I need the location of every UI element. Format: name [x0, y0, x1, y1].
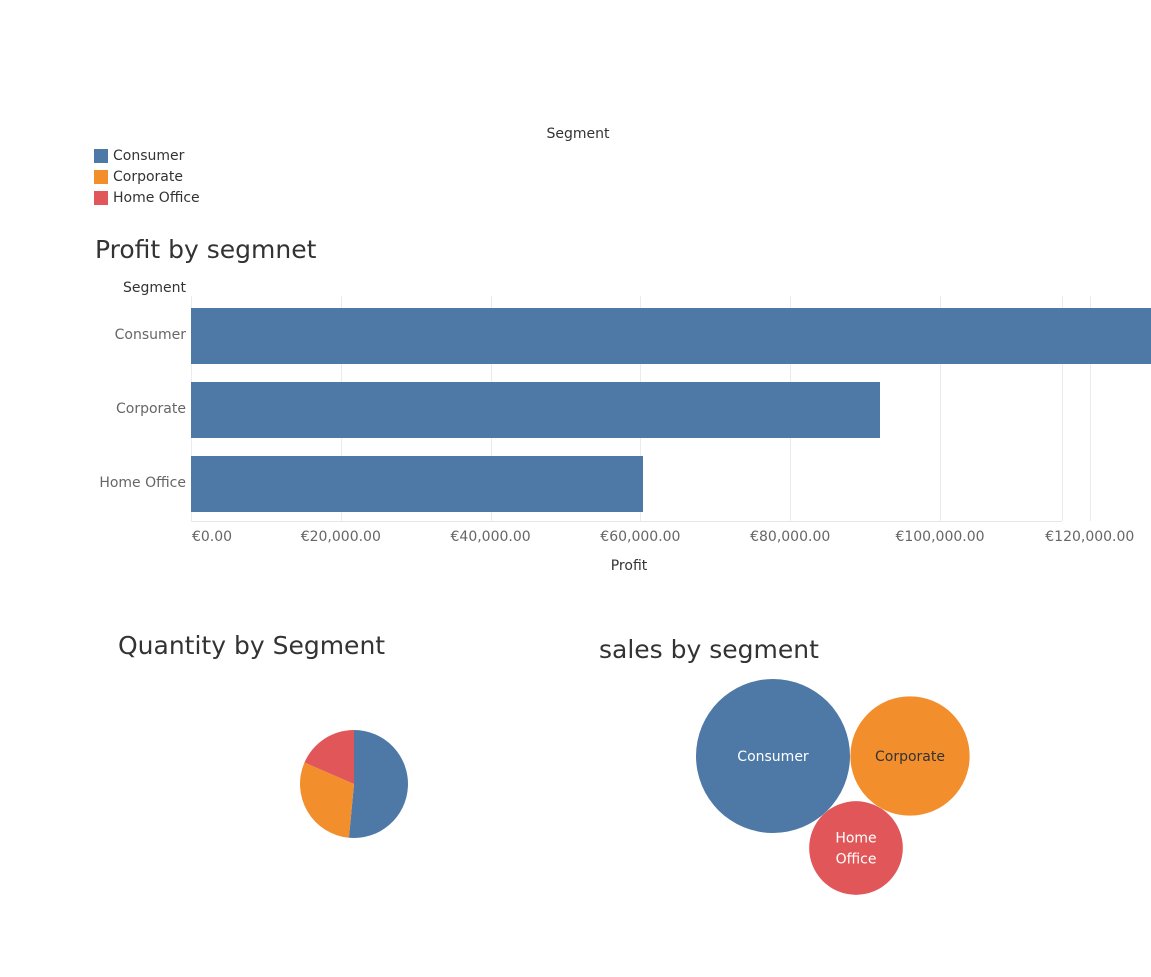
bubble-label: Home	[835, 831, 876, 847]
x-tick-label: €100,000.00	[895, 529, 985, 545]
x-tick-label: €120,000.00	[1045, 529, 1135, 545]
x-tick-label: €60,000.00	[600, 529, 681, 545]
legend-label-corporate: Corporate	[113, 169, 183, 185]
x-axis-line	[191, 521, 1062, 522]
y-category-label: Consumer	[114, 327, 186, 343]
bubble-label: Consumer	[737, 749, 809, 765]
bubble-label: Office	[836, 852, 877, 868]
bubble-chart-title: sales by segment	[599, 635, 819, 664]
pie-chart-title: Quantity by Segment	[118, 631, 386, 660]
bubble-home-office[interactable]	[809, 801, 903, 895]
quantity-pie-chart	[300, 730, 408, 838]
legend-item-corporate[interactable]: Corporate	[94, 168, 183, 186]
x-tick-label: €0.00	[191, 529, 233, 545]
sales-bubble-chart: Consumer Corporate Home Office	[696, 679, 970, 895]
x-tick-label: €20,000.00	[300, 529, 381, 545]
legend-swatch-consumer	[94, 149, 108, 163]
legend-label-home-office: Home Office	[113, 190, 200, 206]
bar-chart-title: Profit by segmnet	[95, 235, 317, 264]
legend-label-consumer: Consumer	[113, 148, 185, 164]
legend-swatch-home-office	[94, 191, 108, 205]
bar-x-axis-title: Profit	[610, 558, 648, 574]
bar-corporate[interactable]	[191, 382, 881, 438]
y-category-label: Corporate	[116, 401, 186, 417]
legend-title: Segment	[546, 126, 610, 142]
y-category-label: Home Office	[99, 475, 186, 491]
x-tick-label: €80,000.00	[750, 529, 831, 545]
bar-home-office[interactable]	[191, 456, 643, 512]
bar-consumer[interactable]	[191, 308, 1151, 364]
legend-item-home-office[interactable]: Home Office	[94, 189, 200, 207]
legend-item-consumer[interactable]: Consumer	[94, 147, 184, 165]
bar-row-header: Segment	[123, 280, 186, 296]
bubble-label: Corporate	[875, 749, 945, 765]
legend-swatch-corporate	[94, 170, 108, 184]
x-tick-label: €40,000.00	[450, 529, 531, 545]
pie-slice-consumer[interactable]	[348, 730, 408, 838]
